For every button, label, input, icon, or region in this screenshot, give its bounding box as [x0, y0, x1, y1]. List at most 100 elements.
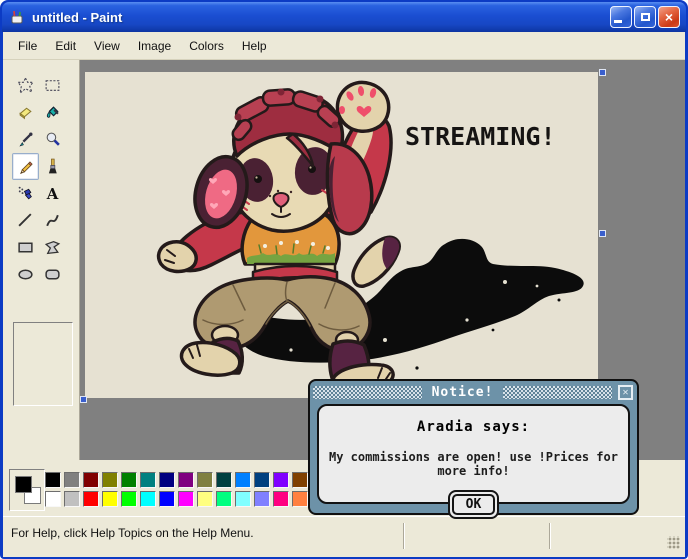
dialog-dither-left	[313, 386, 422, 399]
polygon-icon	[44, 240, 61, 255]
color-swatch[interactable]	[178, 472, 194, 488]
free-form-select-button[interactable]	[12, 72, 39, 99]
color-swatch[interactable]	[216, 472, 232, 488]
free-form-select-icon	[17, 77, 34, 94]
color-swatch[interactable]	[140, 491, 156, 507]
rounded-rectangle-button[interactable]	[39, 261, 66, 288]
resize-grip[interactable]	[667, 536, 680, 549]
ellipse-icon	[18, 269, 33, 280]
curve-button[interactable]	[39, 207, 66, 234]
select-button[interactable]	[39, 72, 66, 99]
eraser-icon	[19, 107, 32, 120]
canvas-artwork	[156, 80, 584, 396]
color-swatch[interactable]	[64, 491, 80, 507]
status-bar: For Help, click Help Topics on the Help …	[3, 516, 685, 557]
menu-help[interactable]: Help	[233, 36, 276, 56]
menu-edit[interactable]: Edit	[46, 36, 85, 56]
color-swatch[interactable]	[197, 491, 213, 507]
select-icon	[45, 80, 60, 91]
color-swatch[interactable]	[273, 472, 289, 488]
palette-row-1	[45, 472, 308, 488]
color-swatch[interactable]	[235, 472, 251, 488]
dialog-message: My commissions are open! use !Prices for…	[329, 450, 618, 478]
color-swatch[interactable]	[254, 491, 270, 507]
magnifier-button[interactable]	[39, 126, 66, 153]
menu-file[interactable]: File	[9, 36, 46, 56]
color-swatch[interactable]	[292, 472, 308, 488]
rectangle-button[interactable]	[12, 234, 39, 261]
color-swatch[interactable]	[45, 491, 61, 507]
menu-bar: File Edit View Image Colors Help	[3, 32, 685, 60]
ok-button[interactable]: OK	[447, 490, 500, 519]
airbrush-icon	[18, 186, 32, 200]
color-swatch[interactable]	[45, 472, 61, 488]
airbrush-button[interactable]	[12, 180, 39, 207]
menu-image[interactable]: Image	[129, 36, 180, 56]
palette-row-2	[45, 491, 308, 507]
color-swatch[interactable]	[216, 491, 232, 507]
paint-window: untitled - Paint × File Edit View Image Colo…	[0, 0, 688, 559]
polygon-button[interactable]	[39, 234, 66, 261]
color-swatch[interactable]	[64, 472, 80, 488]
magnifier-icon	[46, 132, 60, 146]
canvas-resize-handle-top-right[interactable]	[599, 69, 606, 76]
pick-color-button[interactable]	[12, 126, 39, 153]
curve-icon	[46, 214, 59, 227]
dialog-close-button[interactable]: ✕	[618, 385, 634, 400]
color-swatch[interactable]	[197, 472, 213, 488]
line-icon	[18, 213, 32, 227]
dialog-body: Aradia says: My commissions are open! us…	[317, 404, 630, 519]
pencil-icon	[20, 161, 33, 175]
color-swatch[interactable]	[159, 491, 175, 507]
color-swatch[interactable]	[83, 472, 99, 488]
tool-grid: A	[12, 72, 66, 288]
canvas-resize-handle-bottom-left[interactable]	[80, 396, 87, 403]
pick-color-icon	[19, 132, 33, 147]
color-swatch[interactable]	[102, 491, 118, 507]
dialog-heading: Aradia says:	[416, 419, 531, 435]
tool-options-box[interactable]	[13, 322, 73, 406]
color-swatch[interactable]	[102, 472, 118, 488]
fill-with-color-button[interactable]	[39, 99, 66, 126]
color-swatch[interactable]	[159, 472, 175, 488]
fill-with-color-icon	[46, 106, 59, 118]
ok-button-label: OK	[451, 494, 496, 515]
maximize-button[interactable]	[634, 6, 656, 28]
close-icon: ×	[664, 9, 674, 25]
color-swatch[interactable]	[121, 491, 137, 507]
status-text: For Help, click Help Topics on the Help …	[11, 526, 254, 540]
dialog-title: Notice!	[431, 385, 494, 400]
minimize-button[interactable]	[610, 6, 632, 28]
text-icon: A	[46, 185, 59, 202]
canvas-resize-handle-right[interactable]	[599, 230, 606, 237]
svg-text:A: A	[46, 185, 59, 202]
color-swatch[interactable]	[292, 491, 308, 507]
foreground-background-indicator[interactable]	[9, 469, 45, 511]
color-swatch[interactable]	[273, 491, 289, 507]
dialog-title-bar[interactable]: Notice! ✕	[313, 384, 634, 401]
status-divider	[549, 523, 550, 549]
brush-button[interactable]	[39, 153, 66, 180]
maximize-icon	[640, 13, 650, 21]
paint-cup-icon	[11, 9, 23, 24]
menu-view[interactable]: View	[85, 36, 129, 56]
minimize-icon	[614, 20, 622, 23]
color-swatch[interactable]	[121, 472, 137, 488]
color-swatch[interactable]	[140, 472, 156, 488]
color-swatch[interactable]	[235, 491, 251, 507]
pencil-button[interactable]	[12, 153, 39, 180]
rectangle-icon	[18, 242, 33, 253]
color-swatch[interactable]	[83, 491, 99, 507]
close-button[interactable]: ×	[658, 6, 680, 28]
dialog-dither-right	[503, 386, 613, 399]
line-button[interactable]	[12, 207, 39, 234]
color-swatch[interactable]	[254, 472, 270, 488]
ellipse-button[interactable]	[12, 261, 39, 288]
drawing-canvas[interactable]: STREAMING!	[85, 72, 598, 398]
title-bar[interactable]: untitled - Paint ×	[2, 2, 686, 32]
tool-panel: A	[3, 60, 80, 460]
menu-colors[interactable]: Colors	[180, 36, 233, 56]
text-button[interactable]: A	[39, 180, 66, 207]
color-swatch[interactable]	[178, 491, 194, 507]
eraser-button[interactable]	[12, 99, 39, 126]
